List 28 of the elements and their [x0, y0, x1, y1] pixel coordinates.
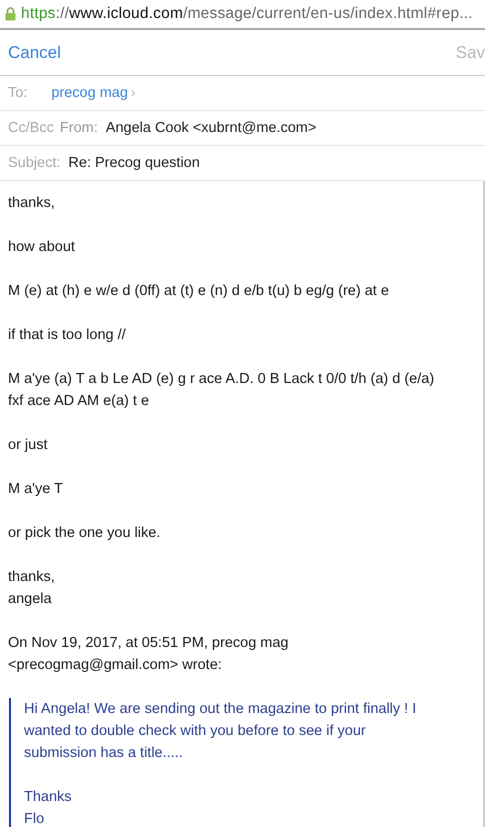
field-label: Cc/Bcc	[8, 120, 54, 136]
sender-field[interactable]: Angela Cook <xubrnt@me.com>	[106, 120, 316, 136]
quoted-line: Hi Angela! We are sending out the magazine to print finally ! I	[24, 700, 418, 719]
message-line: if that is too long //	[8, 326, 127, 345]
field-label: Subject:	[8, 155, 60, 171]
message-line: thanks,	[8, 568, 56, 587]
cancel-button[interactable]: Cancel	[8, 42, 61, 62]
field-label: To:	[8, 85, 28, 101]
message-line: M a'ye T	[8, 480, 64, 499]
quoted-line: wanted to double check with you before to see if your	[24, 722, 367, 741]
message-line: M a'ye (a) T a b Le AD (e) g r ace A.D. 0 B Lack t 0/0 t/h (a) d (e/a)	[8, 370, 436, 389]
field-label: From:	[60, 120, 98, 136]
message-line: angela	[8, 590, 53, 609]
message-line: fxf ace AD AM e(a) t e	[8, 392, 150, 411]
message-line: M (e) at (h) e w/e d (0ff) at (t) e (n) d e/b t(u) b eg/g (re) at e	[8, 282, 390, 301]
message-line: thanks,	[8, 194, 56, 213]
quoted-line: Flo	[24, 810, 46, 827]
chevron-icon: ›	[130, 85, 136, 101]
quoted-line: submission has a title.....	[24, 744, 184, 763]
message-line: or just	[8, 436, 48, 455]
message-line: or pick the one you like.	[8, 524, 162, 543]
message-line: On Nov 19, 2017, at 05:51 PM, precog mag	[8, 634, 290, 653]
message-line: <precogmag@gmail.com> wrote:	[8, 656, 223, 675]
url-field[interactable]: https://www.icloud.com/message/current/en-us/index.html#rep...	[21, 5, 473, 23]
recipient-token[interactable]: precog mag	[51, 85, 128, 101]
message-line: how about	[8, 238, 76, 257]
quoted-line: Thanks	[24, 788, 73, 807]
subject-field[interactable]: Re: Precog question	[68, 155, 200, 171]
